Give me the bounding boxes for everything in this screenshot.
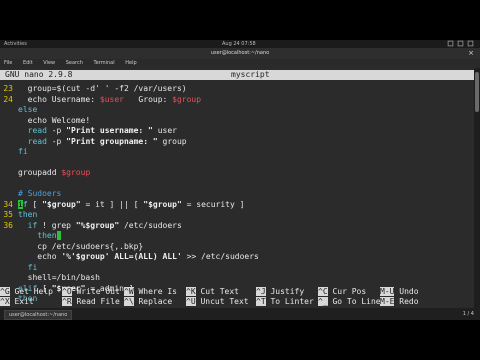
window-titlebar: user@localhost:~/nano × xyxy=(0,48,480,59)
scrollbar[interactable] xyxy=(474,68,480,308)
shortcut-key: ^_ xyxy=(318,296,328,306)
close-icon[interactable]: × xyxy=(468,48,474,59)
shortcut-label: Undo xyxy=(394,287,419,296)
gnome-top-bar: Activities Aug 24 07:58 xyxy=(0,40,480,48)
shortcut-label: Get Help xyxy=(9,287,53,296)
shortcut-label: Cut Text xyxy=(195,287,239,296)
menu-view[interactable]: View xyxy=(43,60,55,66)
code-line[interactable]: echo Username: $user Group: $group xyxy=(18,95,201,106)
line-number: 35 xyxy=(3,210,13,219)
code-line[interactable]: groupadd $group xyxy=(18,168,90,179)
code-line[interactable]: read -p "Print username: " user xyxy=(18,126,177,137)
volume-icon xyxy=(457,40,464,47)
menu-edit[interactable]: Edit xyxy=(23,60,33,66)
shortcut-key: ^R xyxy=(62,296,72,306)
shortcut-key: M-U xyxy=(380,287,395,296)
terminal-menubar: File Edit View Search Terminal Help xyxy=(0,59,480,68)
shortcut-replace: ^\ Replace xyxy=(124,296,173,307)
code-line[interactable]: echo Welcome! xyxy=(18,116,91,127)
shortcut-cut-text: ^K Cut Text xyxy=(186,287,239,297)
code-line[interactable]: echo '%'$group' ALL=(ALL) ALL' >> /etc/s… xyxy=(18,252,259,263)
shortcut-key: ^G xyxy=(0,287,10,296)
menu-file[interactable]: File xyxy=(4,60,12,66)
line-number: 36 xyxy=(3,220,13,230)
network-icon xyxy=(447,40,454,47)
shortcut-label: Read File xyxy=(71,296,120,306)
shortcut-cur-pos: ^C Cur Pos xyxy=(318,287,366,297)
shortcut-where-is: ^W Where Is xyxy=(124,287,177,297)
code-line[interactable]: read -p "Print groupname: " group xyxy=(18,137,187,148)
shortcut-key: ^U xyxy=(186,296,196,306)
shortcut-key: ^O xyxy=(62,287,72,296)
shortcut-get-help: ^G Get Help xyxy=(0,287,53,297)
shortcut-key: ^C xyxy=(318,287,328,296)
shortcut-label: Justify xyxy=(265,287,305,296)
code-line[interactable]: if [ "$group" = it ] || [ "$group" = sec… xyxy=(18,199,244,211)
clock[interactable]: Aug 24 07:58 xyxy=(222,41,256,47)
system-tray[interactable] xyxy=(447,40,474,47)
nano-editor[interactable]: GNU nano 2.9.8 myscript 23 group=$(cut -… xyxy=(0,68,474,308)
shortcut-label: To Linter xyxy=(265,296,314,306)
nano-version: GNU nano 2.9.8 xyxy=(5,70,73,79)
shortcut-key: ^X xyxy=(0,296,10,306)
shortcut-label: Redo xyxy=(394,296,419,306)
code-line[interactable]: else xyxy=(18,105,37,116)
shortcut-write-out: ^O Write Out xyxy=(62,287,120,297)
code-line[interactable]: shell=/bin/bash xyxy=(18,273,100,284)
shortcut-key: ^W xyxy=(124,287,134,296)
shortcut-key: ^\ xyxy=(124,296,134,306)
shortcut-label: Write Out xyxy=(71,287,120,296)
shortcut-key: ^T xyxy=(256,296,266,306)
shortcut-key: M-E xyxy=(380,296,395,306)
shortcut-exit: ^X Exit xyxy=(0,296,34,307)
workspace-pager[interactable]: 1 / 4 xyxy=(463,308,474,320)
shortcut-read-file: ^R Read File xyxy=(62,296,120,307)
power-icon xyxy=(467,40,474,47)
shortcut-go-to-line: ^_ Go To Line xyxy=(318,296,381,307)
shortcut-uncut-text: ^U Uncut Text xyxy=(186,296,249,307)
menu-search[interactable]: Search xyxy=(66,60,83,66)
screen: Activities Aug 24 07:58 user@localhost:~… xyxy=(0,0,480,360)
taskbar-item-terminal[interactable]: user@localhost:~/nano xyxy=(4,310,73,320)
shortcut-label: Exit xyxy=(9,296,34,306)
shortcut-justify: ^J Justify xyxy=(256,287,304,297)
shortcut-key: ^K xyxy=(186,287,196,296)
scrollbar-thumb[interactable] xyxy=(475,72,479,112)
shortcut-bar: ^G Get Help ^O Write Out ^W Where Is ^K Cut… xyxy=(0,286,474,308)
shortcut-label: Go To Line xyxy=(327,296,381,306)
code-line[interactable]: if ! grep "%$group" /etc/sudoers xyxy=(18,221,182,232)
shortcut-to-linter: ^T To Linter xyxy=(256,296,314,307)
menu-terminal[interactable]: Terminal xyxy=(94,60,115,66)
shortcut-label: Cur Pos xyxy=(327,287,367,296)
activities-button[interactable]: Activities xyxy=(4,41,27,47)
terminal-area[interactable]: GNU nano 2.9.8 myscript 23 group=$(cut -… xyxy=(0,68,474,308)
shortcut-redo: M-E Redo xyxy=(380,296,419,307)
code-line[interactable]: then xyxy=(18,210,37,221)
code-line[interactable]: fi xyxy=(18,263,38,274)
shortcut-label: Where Is xyxy=(133,287,177,296)
code-line[interactable]: fi xyxy=(18,147,28,158)
shortcut-key: ^J xyxy=(256,287,266,296)
shortcut-label: Uncut Text xyxy=(195,296,249,306)
line-number: 23 xyxy=(3,84,13,93)
window-title: user@localhost:~/nano xyxy=(210,50,270,56)
line-number: 24 xyxy=(3,94,13,104)
line-number: 34 xyxy=(3,199,13,209)
nano-filename: myscript xyxy=(231,70,270,79)
shortcut-undo: M-U Undo xyxy=(380,287,419,297)
code-line[interactable]: cp /etc/sudoers{,.bkp} xyxy=(18,242,143,253)
code-line[interactable]: # Sudoers xyxy=(18,189,61,200)
code-line[interactable]: group=$(cut -d' ' -f2 /var/users) xyxy=(18,84,187,95)
code-line[interactable]: then xyxy=(18,231,62,242)
taskbar: user@localhost:~/nano 1 / 4 xyxy=(0,308,480,320)
menu-help[interactable]: Help xyxy=(125,60,136,66)
shortcut-label: Replace xyxy=(133,296,173,306)
nano-header: GNU nano 2.9.8 myscript xyxy=(0,70,474,80)
